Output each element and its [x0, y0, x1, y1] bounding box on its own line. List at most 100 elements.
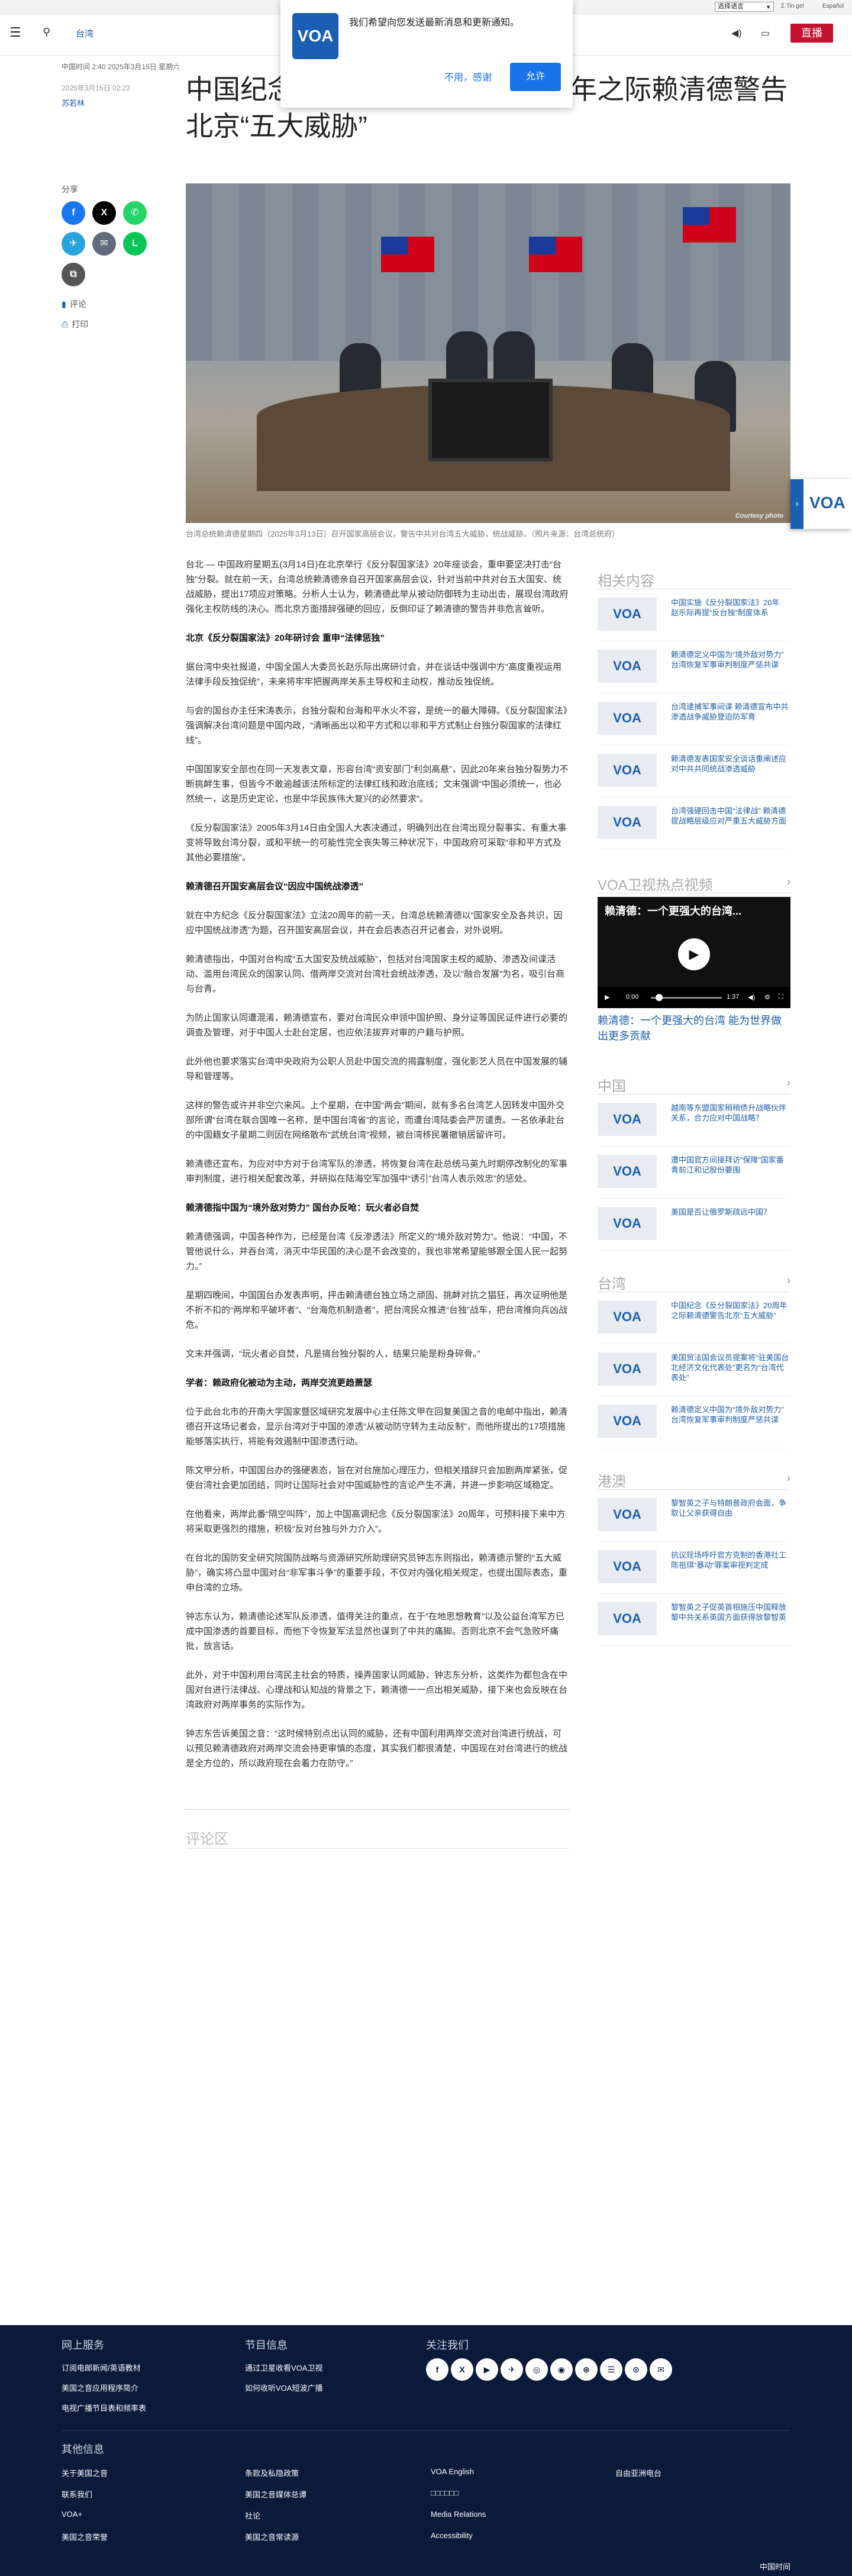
- play-icon[interactable]: ▶: [678, 938, 710, 970]
- story-headline[interactable]: 美国是否让俄罗斯疏远中国？: [671, 1207, 789, 1217]
- author-link[interactable]: 苏若林: [62, 97, 85, 108]
- story-headline[interactable]: 台湾强硬回击中国“法律战” 赖清德提战略层级应对严重五大威胁方面: [671, 806, 789, 826]
- sidebar-story-item[interactable]: VOA 赖清德定义中国为“境外敌对势力” 台湾恢复军事审判制度严惩共谍: [598, 641, 790, 693]
- sidebar-story-item[interactable]: VOA 赖清德发表国家安全谈话重阐述应对中共共同统战渗透威胁: [598, 745, 790, 798]
- story-thumbnail[interactable]: VOA: [598, 1602, 657, 1635]
- sidebar-story-item[interactable]: VOA 黎智英之子促英首相施压中国释放黎中共关系英国方面获得放黎智英: [598, 1594, 790, 1646]
- footer-link[interactable]: VOA+: [62, 2510, 82, 2519]
- footer-link[interactable]: □□□□□□: [431, 2488, 459, 2497]
- social-icon[interactable]: ◉: [550, 2358, 573, 2381]
- video-progress-knob[interactable]: [656, 994, 663, 1001]
- story-thumbnail[interactable]: VOA: [598, 1405, 657, 1438]
- chevron-right-icon[interactable]: ›: [790, 479, 803, 529]
- story-thumbnail[interactable]: VOA: [598, 754, 657, 787]
- sidebar-story-item[interactable]: VOA 美国是否让俄罗斯疏远中国？: [598, 1199, 790, 1251]
- story-headline[interactable]: 赖清德定义中国为“境外敌对势力” 台湾恢复军事审判制度严惩共谍: [671, 650, 789, 670]
- language-select[interactable]: 选择语言 ▼: [715, 2, 774, 12]
- video-caption[interactable]: 赖清德：一个更强大的台湾 能为世界做出更多贡献: [598, 1013, 790, 1044]
- social-icon[interactable]: ⊛: [575, 2358, 598, 2381]
- menu-icon[interactable]: ☰: [9, 26, 22, 39]
- social-icon[interactable]: X: [451, 2358, 473, 2381]
- story-thumbnail[interactable]: VOA: [598, 1352, 657, 1386]
- sidebar-story-item[interactable]: VOA 黎智英之子与特朗普政府会面，争取让父亲获得自由: [598, 1490, 790, 1542]
- story-headline[interactable]: 美国贸法国会议员提案将“驻美国台北经济文化代表处”更名为“台湾代表处”: [671, 1352, 789, 1383]
- footer-link[interactable]: 美国之音常读源: [245, 2531, 299, 2542]
- telegram-share-icon[interactable]: ✈: [62, 232, 85, 256]
- footer-link[interactable]: VOA English: [431, 2467, 474, 2476]
- search-icon[interactable]: ⚲: [43, 26, 50, 38]
- sidebar-story-item[interactable]: VOA 赖清德定义中国为“境外敌对势力” 台湾恢复军事审判制度严惩共谍: [598, 1396, 790, 1448]
- story-headline[interactable]: 黎智英之子促英首相施压中国释放黎中共关系英国方面获得放黎智英: [671, 1602, 789, 1622]
- story-thumbnail[interactable]: VOA: [598, 1498, 657, 1531]
- decline-notification-button[interactable]: 不用，感谢: [435, 65, 501, 91]
- footer-link[interactable]: 美国之音媒体总谭: [245, 2488, 306, 2500]
- floating-player-tab[interactable]: › VOA: [790, 479, 852, 529]
- story-headline[interactable]: 中国纪念《反分裂国家法》20周年之际赖清德警告北京“五大威胁”: [671, 1300, 789, 1321]
- footer-link[interactable]: 美国之音荣誉: [62, 2531, 108, 2542]
- sidebar-story-item[interactable]: VOA 美国贸法国会议员提案将“驻美国台北经济文化代表处”更名为“台湾代表处”: [598, 1344, 790, 1396]
- footer-link[interactable]: 通过卫星收看VOA卫视: [245, 2362, 322, 2373]
- tv-icon[interactable]: ▭: [761, 27, 770, 39]
- allow-notification-button[interactable]: 允许: [510, 63, 561, 91]
- play-small-icon[interactable]: ▶: [605, 993, 609, 1001]
- strip-link-2[interactable]: Español: [822, 3, 844, 9]
- sidebar-story-item[interactable]: VOA 中国实施《反分裂国家法》20年 赵乐际再提“反台独”制度体系: [598, 589, 790, 641]
- chevron-right-icon[interactable]: ›: [787, 1077, 790, 1089]
- social-icon[interactable]: ✈: [501, 2358, 523, 2381]
- footer-link[interactable]: 美国之音应用程序简介: [62, 2382, 138, 2393]
- footer-link[interactable]: 电视广播节目表和频率表: [62, 2402, 146, 2413]
- sidebar-story-item[interactable]: VOA 抗议现场呼吁官方克制的香港社工陈祖琪“暴动”罪案审视判定成: [598, 1542, 790, 1594]
- print-link[interactable]: ⎙ 打印: [62, 318, 88, 330]
- footer-link[interactable]: Accessibility: [431, 2531, 473, 2540]
- story-thumbnail[interactable]: VOA: [598, 702, 657, 735]
- footer-link[interactable]: 如何收听VOA短波广播: [245, 2382, 322, 2393]
- video-player[interactable]: 赖清德：一个更强大的台湾... ▶ ▶ 0:00 1:37 ◀) ⚙ ⛶: [598, 897, 790, 1008]
- footer-link[interactable]: 自由亚洲电台: [615, 2467, 661, 2478]
- story-thumbnail[interactable]: VOA: [598, 598, 657, 631]
- comment-link[interactable]: ▮ 评论: [62, 298, 86, 310]
- x-share-icon[interactable]: X: [92, 201, 116, 225]
- chevron-right-icon[interactable]: ›: [787, 876, 790, 888]
- settings-icon[interactable]: ⚙: [764, 993, 770, 1001]
- footer-link[interactable]: 条款及私隐政策: [245, 2467, 299, 2478]
- volume-icon[interactable]: ◀): [748, 993, 755, 1001]
- social-icon[interactable]: ◎: [525, 2358, 548, 2381]
- story-headline[interactable]: 抗议现场呼吁官方克制的香港社工陈祖琪“暴动”罪案审视判定成: [671, 1550, 789, 1570]
- sidebar-story-item[interactable]: VOA 越南等东盟国家稍稍债升战略伙伴关系，合力应对中国战略？: [598, 1095, 790, 1147]
- story-headline[interactable]: 越南等东盟国家稍稍债升战略伙伴关系，合力应对中国战略？: [671, 1103, 789, 1123]
- story-headline[interactable]: 赖清德发表国家安全谈话重阐述应对中共共同统战渗透威胁: [671, 754, 789, 774]
- story-headline[interactable]: 遭中国官方间接拜访“保障”国家番青前江和记股份要围: [671, 1155, 789, 1175]
- line-share-icon[interactable]: L: [123, 232, 147, 256]
- speaker-icon[interactable]: ◀): [731, 27, 742, 39]
- social-icon[interactable]: ✉: [650, 2358, 672, 2381]
- fullscreen-icon[interactable]: ⛶: [779, 993, 783, 1001]
- footer-link[interactable]: 订阅电邮新闻/英语教材: [62, 2362, 141, 2373]
- social-icon[interactable]: ☰: [600, 2358, 622, 2381]
- story-thumbnail[interactable]: VOA: [598, 1155, 657, 1188]
- copy-link-icon[interactable]: ⧉: [62, 263, 85, 286]
- social-icon[interactable]: f: [426, 2358, 448, 2381]
- facebook-share-icon[interactable]: f: [62, 201, 85, 225]
- footer-link[interactable]: 关于美国之音: [62, 2467, 108, 2478]
- story-thumbnail[interactable]: VOA: [598, 650, 657, 683]
- email-share-icon[interactable]: ✉: [92, 232, 116, 256]
- social-icon[interactable]: ▶: [476, 2358, 498, 2381]
- story-headline[interactable]: 赖清德定义中国为“境外敌对势力” 台湾恢复军事审判制度严惩共谍: [671, 1405, 789, 1425]
- story-headline[interactable]: 中国实施《反分裂国家法》20年 赵乐际再提“反台独”制度体系: [671, 598, 789, 618]
- sidebar-story-item[interactable]: VOA 中国纪念《反分裂国家法》20周年之际赖清德警告北京“五大威胁”: [598, 1292, 790, 1344]
- section-link[interactable]: 台湾: [76, 27, 93, 40]
- story-thumbnail[interactable]: VOA: [598, 1103, 657, 1136]
- chevron-right-icon[interactable]: ›: [787, 1274, 790, 1287]
- story-headline[interactable]: 台湾逮捕军事间谍 赖清德宣布中共渗透战争威胁登迫防军育: [671, 702, 789, 722]
- chevron-right-icon[interactable]: ›: [787, 1472, 790, 1484]
- story-thumbnail[interactable]: VOA: [598, 806, 657, 839]
- story-thumbnail[interactable]: VOA: [598, 1550, 657, 1583]
- footer-link[interactable]: Media Relations: [431, 2510, 486, 2519]
- story-thumbnail[interactable]: VOA: [598, 1300, 657, 1334]
- strip-link-1[interactable]: Σ Tin gel: [781, 3, 804, 9]
- story-headline[interactable]: 黎智英之子与特朗普政府会面，争取让父亲获得自由: [671, 1498, 789, 1518]
- story-thumbnail[interactable]: VOA: [598, 1207, 657, 1240]
- live-button[interactable]: 直播: [790, 24, 833, 43]
- sidebar-story-item[interactable]: VOA 遭中国官方间接拜访“保障”国家番青前江和记股份要围: [598, 1147, 790, 1199]
- footer-link[interactable]: 社论: [245, 2510, 260, 2521]
